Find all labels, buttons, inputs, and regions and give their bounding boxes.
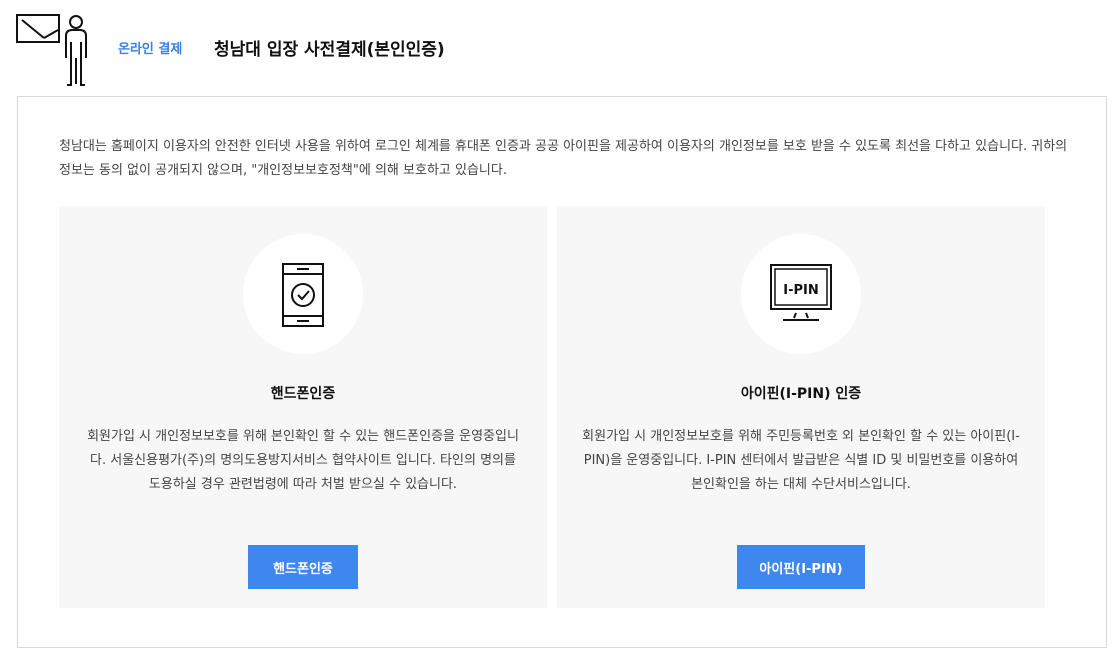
ipin-auth-description: 회원가입 시 개인정보보호를 위해 주민등록번호 외 본인확인 할 수 있는 아… [582,429,1020,492]
phone-auth-title: 핸드폰인증 [270,386,336,402]
ipin-auth-button[interactable]: 아이핀(I-PIN) [737,545,865,589]
phone-auth-description: 회원가입 시 개인정보보호를 위해 본인확인 할 수 있는 핸드폰인증을 운영중… [87,429,519,492]
phone-check-icon [243,234,363,354]
ipin-auth-title: 아이핀(I-PIN) 인증 [740,386,862,402]
ipin-monitor-icon: I-PIN [741,234,861,354]
intro-text: 청남대는 홈페이지 이용자의 안전한 인터넷 사용을 위하여 로그인 체계를 휴… [59,139,1068,178]
presenter-board-icon [16,14,87,86]
header-subtitle: 온라인 결제 [118,42,183,57]
phone-auth-button[interactable]: 핸드폰인증 [248,545,358,589]
ipin-auth-card: I-PIN 아이핀(I-PIN) 인증 회원가입 시 개인정보보호를 위해 주민… [557,206,1045,608]
phone-auth-card: 핸드폰인증 회원가입 시 개인정보보호를 위해 본인확인 할 수 있는 핸드폰인… [59,206,547,608]
auth-panel: 청남대는 홈페이지 이용자의 안전한 인터넷 사용을 위하여 로그인 체계를 휴… [17,96,1107,648]
page-header: 온라인 결제 청남대 입장 사전결제(본인인증) [0,0,1116,96]
page-title: 청남대 입장 사전결제(본인인증) [214,40,445,60]
ipin-icon-label: I-PIN [783,283,818,298]
